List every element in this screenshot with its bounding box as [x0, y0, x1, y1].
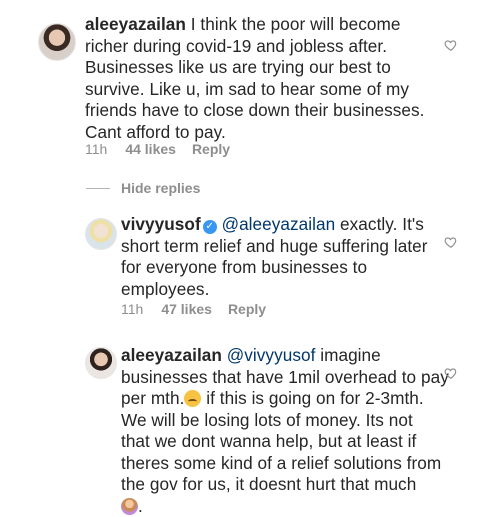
mention-link[interactable]: @aleeyazailan	[222, 214, 336, 234]
heart-icon[interactable]	[444, 38, 458, 52]
reply-line-6: theres some kind of a relief solutions f…	[121, 453, 449, 475]
reply-line-2: short term relief and huge suffering lat…	[121, 236, 428, 258]
avatar[interactable]	[85, 347, 117, 379]
reply-username[interactable]: aleeyazailan	[121, 345, 222, 365]
mention-link[interactable]: @vivyyusof	[227, 345, 316, 365]
reply-meta: 11h 47 likes Reply	[121, 301, 266, 317]
reply-line-5: that we dont wanna help, but at least if	[121, 431, 449, 453]
reply-line-8: .	[121, 496, 449, 517]
reply-line-2: businesses that have 1mil overhead to pa…	[121, 367, 449, 389]
reply-body: vivyyusof✓ @aleeyazailan exactly. It's s…	[121, 214, 428, 300]
reply-line-4: We will be losing lots of money. Its not	[121, 410, 449, 432]
reply-likes[interactable]: 47 likes	[161, 301, 212, 317]
reply-button[interactable]: Reply	[192, 141, 230, 157]
reply-line-3: for everyone from businesses to	[121, 257, 428, 279]
reply-button[interactable]: Reply	[228, 301, 266, 317]
comment-likes[interactable]: 44 likes	[125, 141, 176, 157]
reply-line-3: per mth. if this is going on for 2-3mth.	[121, 388, 449, 410]
comment-line-1: aleeyazailan I think the poor will becom…	[85, 14, 424, 36]
comment-meta: 11h 44 likes Reply	[85, 141, 230, 157]
avatar[interactable]	[85, 218, 117, 250]
comment-line-4: survive. Like u, im sad to hear some of …	[85, 79, 424, 101]
hide-replies-button[interactable]: Hide replies	[121, 180, 200, 196]
hide-replies-divider	[86, 188, 110, 189]
reply-line-4: employees.	[121, 279, 428, 301]
heart-icon[interactable]	[444, 366, 458, 380]
reply-time[interactable]: 11h	[121, 301, 143, 317]
reply-line-1: aleeyazailan @vivyyusof imagine	[121, 345, 449, 367]
avatar[interactable]	[38, 23, 76, 61]
reply-body: aleeyazailan @vivyyusof imagine business…	[121, 345, 449, 517]
comment-username[interactable]: aleeyazailan	[85, 14, 186, 34]
comment-line-2: richer during covid-19 and jobless after…	[85, 36, 424, 58]
comment-line-5: friends have to close down their busines…	[85, 100, 424, 122]
reply-username[interactable]: vivyyusof	[121, 214, 201, 234]
comment-body: aleeyazailan I think the poor will becom…	[85, 14, 424, 143]
verified-badge-icon: ✓	[203, 220, 217, 234]
reply-line-7: the gov for us, it doesnt hurt that much	[121, 474, 449, 496]
person-emoji-icon	[121, 498, 138, 515]
reply-line-1: vivyyusof✓ @aleeyazailan exactly. It's	[121, 214, 428, 236]
comment-line-3: Businesses like us are trying our best t…	[85, 57, 424, 79]
comment-line-6: Cant afford to pay.	[85, 122, 424, 144]
heart-icon[interactable]	[444, 235, 458, 249]
comment-time[interactable]: 11h	[85, 141, 107, 157]
worried-face-emoji-icon	[184, 390, 201, 407]
